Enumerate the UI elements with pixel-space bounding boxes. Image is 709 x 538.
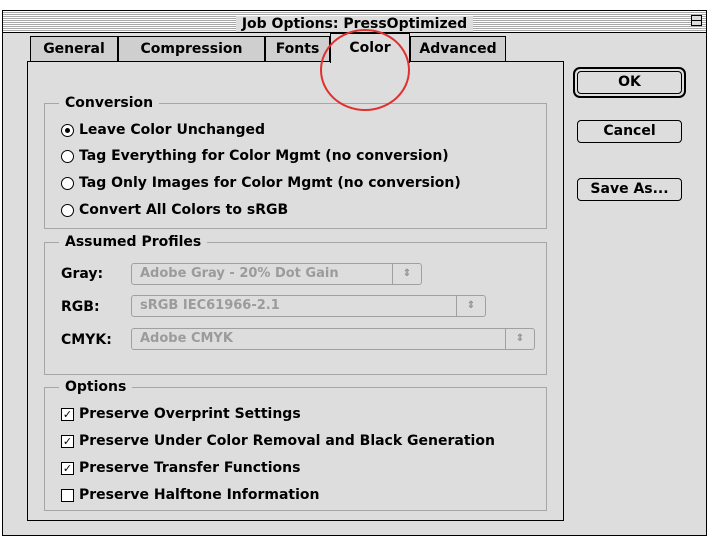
save-as-button[interactable]: Save As...: [577, 178, 682, 201]
cmyk-profile-value: Adobe CMYK: [140, 331, 233, 346]
tab-compression[interactable]: Compression: [118, 36, 265, 62]
profiles-group-label: Assumed Profiles: [59, 233, 208, 251]
radio-leave-unchanged[interactable]: Leave Color Unchanged: [61, 121, 265, 139]
checkbox-empty-icon[interactable]: [61, 488, 74, 502]
radio-label: Leave Color Unchanged: [79, 122, 265, 138]
tab-general[interactable]: General: [30, 36, 118, 62]
conversion-group-label: Conversion: [59, 94, 160, 112]
options-group-label: Options: [59, 378, 133, 396]
zoom-box-icon[interactable]: [691, 15, 702, 26]
tab-advanced[interactable]: Advanced: [410, 36, 506, 62]
checkmark-icon[interactable]: ✓: [61, 461, 74, 475]
radio-label: Tag Only Images for Color Mgmt (no conve…: [79, 175, 461, 191]
radio-tag-images[interactable]: Tag Only Images for Color Mgmt (no conve…: [61, 174, 461, 192]
radio-label: Tag Everything for Color Mgmt (no conver…: [79, 148, 449, 164]
radio-selected-icon[interactable]: [61, 123, 74, 137]
checkbox-label: Preserve Under Color Removal and Black G…: [79, 433, 495, 449]
ok-button[interactable]: OK: [577, 71, 682, 94]
checkbox-label: Preserve Halftone Information: [79, 487, 320, 503]
checkbox-preserve-transfer[interactable]: ✓ Preserve Transfer Functions: [61, 459, 300, 477]
updown-arrows-icon: ⇕: [392, 264, 421, 284]
checkmark-icon[interactable]: ✓: [61, 407, 74, 421]
cmyk-label: CMYK:: [61, 332, 112, 348]
radio-icon[interactable]: [61, 149, 74, 163]
radio-icon[interactable]: [61, 176, 74, 190]
tab-fonts[interactable]: Fonts: [265, 36, 330, 62]
updown-arrows-icon: ⇕: [505, 329, 534, 349]
conversion-group: Conversion Leave Color Unchanged Tag Eve…: [44, 94, 547, 229]
gray-profile-value: Adobe Gray - 20% Dot Gain: [140, 266, 339, 281]
checkbox-preserve-halftone[interactable]: Preserve Halftone Information: [61, 486, 320, 504]
radio-convert-srgb[interactable]: Convert All Colors to sRGB: [61, 201, 288, 219]
tab-panel-color: Conversion Leave Color Unchanged Tag Eve…: [27, 61, 564, 521]
radio-label: Convert All Colors to sRGB: [79, 202, 289, 218]
gray-profile-popup[interactable]: Adobe Gray - 20% Dot Gain ⇕: [131, 263, 422, 285]
checkbox-preserve-ucr[interactable]: ✓ Preserve Under Color Removal and Black…: [61, 432, 495, 450]
checkbox-preserve-overprint[interactable]: ✓ Preserve Overprint Settings: [61, 405, 301, 423]
updown-arrows-icon: ⇕: [456, 296, 485, 316]
cmyk-profile-popup[interactable]: Adobe CMYK ⇕: [131, 328, 535, 350]
radio-tag-everything[interactable]: Tag Everything for Color Mgmt (no conver…: [61, 147, 449, 165]
radio-icon[interactable]: [61, 203, 74, 217]
gray-label: Gray:: [61, 266, 104, 282]
checkbox-label: Preserve Overprint Settings: [79, 406, 301, 422]
rgb-profile-value: sRGB IEC61966-2.1: [140, 298, 280, 313]
options-group: Options ✓ Preserve Overprint Settings ✓ …: [44, 378, 547, 511]
rgb-label: RGB:: [61, 299, 100, 315]
profiles-group: Assumed Profiles Gray: Adobe Gray - 20% …: [44, 233, 547, 375]
highlight-circle: [320, 29, 410, 111]
rgb-profile-popup[interactable]: sRGB IEC61966-2.1 ⇕: [131, 295, 486, 317]
checkbox-label: Preserve Transfer Functions: [79, 460, 301, 476]
cancel-button[interactable]: Cancel: [577, 120, 682, 143]
checkmark-icon[interactable]: ✓: [61, 434, 74, 448]
